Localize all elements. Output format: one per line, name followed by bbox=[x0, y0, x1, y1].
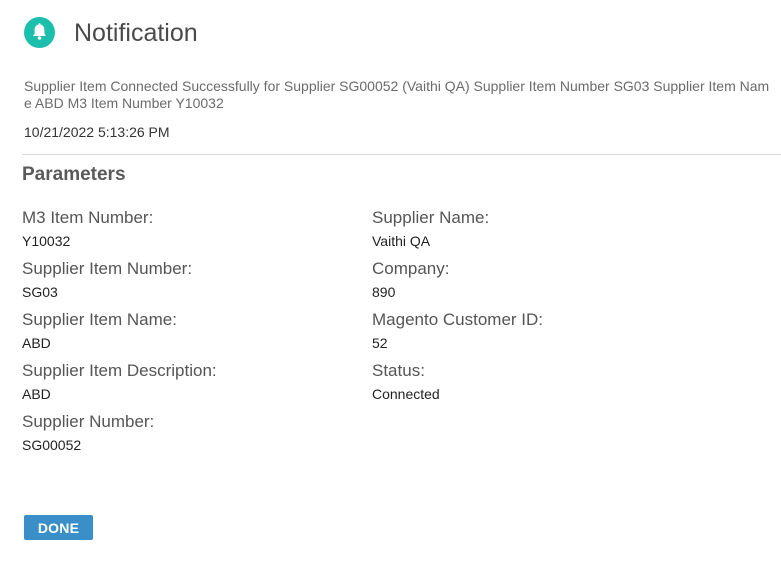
divider bbox=[22, 154, 781, 155]
param-value: ABD bbox=[22, 335, 51, 351]
param-m3-item-number: M3 Item Number: Y10032 bbox=[22, 208, 352, 250]
param-supplier-number: Supplier Number: SG00052 bbox=[22, 412, 352, 454]
param-label: Supplier Name: bbox=[372, 208, 490, 227]
param-supplier-item-name: Supplier Item Name: ABD bbox=[22, 310, 352, 352]
param-status: Status: Connected bbox=[372, 361, 702, 403]
param-label: Supplier Item Description: bbox=[22, 361, 217, 380]
param-magento-customer-id: Magento Customer ID: 52 bbox=[372, 310, 702, 352]
param-label: M3 Item Number: bbox=[22, 208, 154, 227]
param-value: SG00052 bbox=[22, 437, 82, 453]
param-supplier-name: Supplier Name: Vaithi QA bbox=[372, 208, 702, 250]
param-value: ABD bbox=[22, 386, 51, 402]
notification-title: Notification bbox=[74, 19, 198, 47]
param-company: Company: 890 bbox=[372, 259, 702, 301]
done-button[interactable]: DONE bbox=[24, 515, 93, 540]
param-value: SG03 bbox=[22, 284, 58, 300]
param-value: 890 bbox=[372, 284, 396, 300]
param-value: Vaithi QA bbox=[372, 233, 431, 249]
param-supplier-item-number: Supplier Item Number: SG03 bbox=[22, 259, 352, 301]
param-value: Connected bbox=[372, 386, 440, 402]
param-value: 52 bbox=[372, 335, 388, 351]
param-label: Magento Customer ID: bbox=[372, 310, 544, 329]
bell-icon bbox=[24, 16, 55, 48]
notification-timestamp: 10/21/2022 5:13:26 PM bbox=[24, 124, 170, 140]
param-label: Supplier Number: bbox=[22, 412, 155, 431]
param-supplier-item-description: Supplier Item Description: ABD bbox=[22, 361, 352, 403]
notification-header: Notification bbox=[24, 13, 198, 53]
param-label: Supplier Item Name: bbox=[22, 310, 177, 329]
param-label: Status: bbox=[372, 361, 425, 380]
notification-message: Supplier Item Connected Successfully for… bbox=[24, 78, 770, 111]
param-label: Company: bbox=[372, 259, 450, 278]
parameters-heading: Parameters bbox=[22, 164, 126, 185]
param-value: Y10032 bbox=[22, 233, 71, 249]
param-label: Supplier Item Number: bbox=[22, 259, 193, 278]
